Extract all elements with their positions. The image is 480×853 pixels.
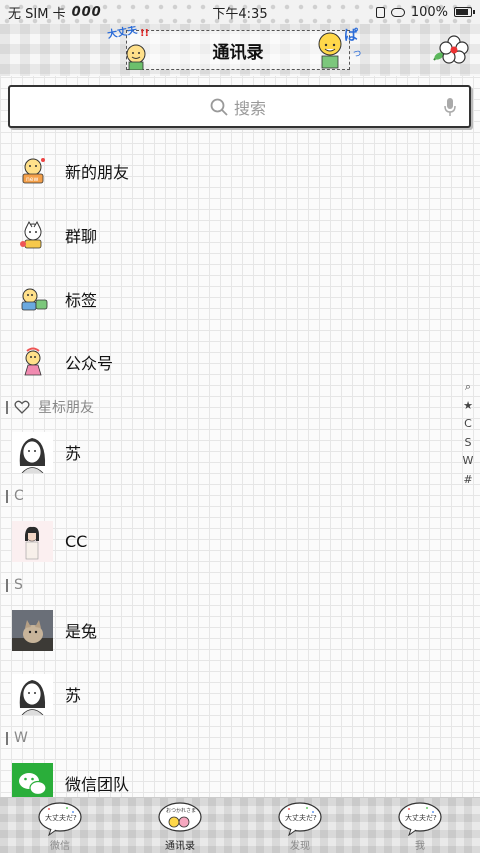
official-accounts-icon: [24, 347, 42, 376]
contact-row[interactable]: 苏: [0, 424, 460, 480]
contact-name: 苏: [65, 444, 82, 463]
contact-name: 是兔: [65, 622, 98, 641]
battery-icon: [454, 7, 475, 17]
svg-text:ぱ: ぱ: [344, 27, 358, 44]
tab-label: 通讯录: [165, 841, 195, 852]
section-title: 星标朋友: [38, 400, 94, 416]
page-title: 通讯录: [212, 42, 264, 63]
section-title: C: [14, 488, 24, 504]
group-chat-icon: [20, 220, 42, 249]
index-star[interactable]: ★: [463, 397, 473, 416]
sim-icon: [375, 6, 385, 18]
avatar: [12, 673, 53, 715]
function-label: 新的朋友: [65, 163, 130, 182]
tab-label: 我: [415, 841, 425, 852]
tags-icon: [21, 288, 48, 311]
section-header-w: W: [0, 728, 28, 748]
avatar: [12, 431, 53, 473]
function-row-official-accounts[interactable]: 公众号: [0, 334, 460, 390]
contact-row[interactable]: 是兔: [0, 602, 460, 658]
svg-text:っ: っ: [352, 48, 362, 59]
index-c[interactable]: C: [464, 415, 472, 434]
carrier-label: 无 SIM 卡: [8, 6, 66, 22]
cloud-icon: [390, 7, 405, 17]
function-row-tags[interactable]: 标签: [0, 271, 460, 327]
status-bar: 无 SIM 卡 000 下午4:35 100%: [0, 0, 480, 24]
new-friends-icon: new: [22, 158, 45, 184]
tab-label: 发现: [290, 841, 310, 852]
add-contact-flower-icon[interactable]: [430, 32, 470, 68]
svg-text:!!: !!: [140, 28, 149, 39]
tab-me[interactable]: 大丈夫だ? 我: [360, 798, 480, 853]
svg-text:大丈夫だ?: 大丈夫だ?: [405, 813, 437, 822]
svg-text:new: new: [26, 176, 38, 183]
tab-label: 微信: [50, 841, 70, 852]
function-label: 群聊: [65, 227, 98, 246]
svg-text:大丈夫だ?: 大丈夫だ?: [285, 813, 317, 822]
contact-row[interactable]: CC: [0, 513, 460, 569]
alphabet-index[interactable]: ⌕ ★ C S W #: [459, 378, 477, 489]
contacts-sticker-icon: おつかれさま: [158, 802, 202, 832]
avatar: [12, 609, 53, 651]
section-title: S: [14, 577, 23, 593]
contact-name: 苏: [65, 686, 82, 705]
contact-name: 微信团队: [65, 775, 130, 794]
section-header-s: S: [0, 575, 23, 595]
contact-row[interactable]: 苏: [0, 666, 460, 722]
svg-text:おつかれさま: おつかれさま: [166, 807, 196, 814]
search-bar[interactable]: 搜索: [8, 85, 471, 128]
index-s[interactable]: S: [465, 434, 472, 453]
tab-contacts[interactable]: おつかれさま 通讯录: [120, 798, 240, 853]
function-label: 标签: [65, 291, 98, 310]
heart-icon: [14, 400, 30, 414]
function-label: 公众号: [65, 354, 114, 373]
cartoon-sticker-left-icon: 大丈夫 !!: [106, 26, 149, 70]
me-sticker-icon: 大丈夫だ?: [398, 802, 442, 836]
avatar: [12, 520, 53, 562]
section-header-c: C: [0, 486, 24, 506]
contact-name: CC: [65, 531, 88, 551]
header: 通讯录 大丈夫 !! ぱ っ: [0, 24, 480, 76]
discover-sticker-icon: 大丈夫だ?: [278, 802, 322, 836]
function-row-group-chat[interactable]: 群聊: [0, 207, 460, 263]
battery-percent: 100%: [410, 4, 448, 20]
function-row-new-friends[interactable]: new 新的朋友: [0, 143, 460, 199]
index-w[interactable]: W: [463, 452, 474, 471]
microphone-icon[interactable]: [443, 97, 457, 117]
index-hash[interactable]: #: [463, 471, 472, 490]
status-time: 下午4:35: [212, 6, 268, 22]
svg-text:大丈夫: 大丈夫: [106, 26, 139, 41]
search-icon: [210, 98, 228, 116]
tab-chats[interactable]: 大丈夫だ? 微信: [0, 798, 120, 853]
tab-discover[interactable]: 大丈夫だ? 发现: [240, 798, 360, 853]
cartoon-sticker-right-icon: ぱ っ: [318, 27, 362, 69]
section-header-starred: 星标朋友: [0, 397, 94, 417]
svg-text:大丈夫だ?: 大丈夫だ?: [45, 813, 77, 822]
section-title: W: [14, 730, 28, 746]
search-placeholder: 搜索: [234, 99, 267, 118]
bottom-tab-bar: 大丈夫だ? 微信 おつかれさま 通讯录 大丈夫だ? 发现 大丈夫だ? 我: [0, 797, 480, 853]
signal-indicator: 000: [71, 4, 102, 20]
index-search[interactable]: ⌕: [465, 378, 471, 397]
chats-sticker-icon: 大丈夫だ?: [38, 802, 82, 836]
